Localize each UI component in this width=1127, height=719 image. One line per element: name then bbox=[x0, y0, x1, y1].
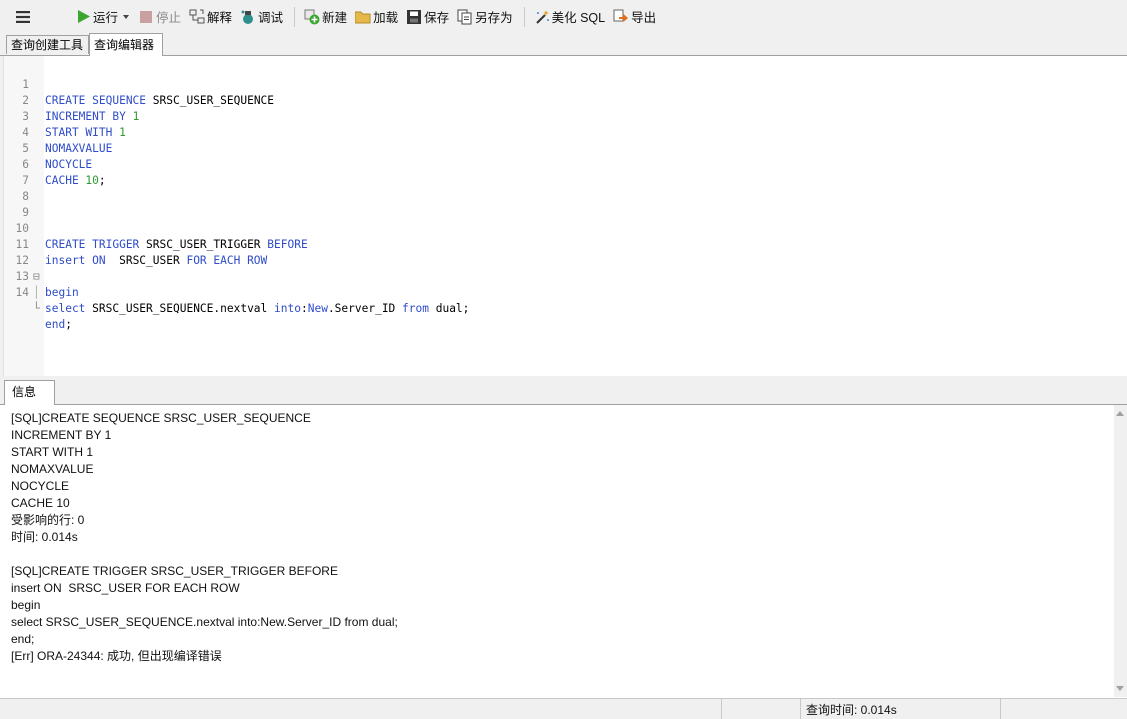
stop-icon bbox=[138, 9, 154, 25]
message-line: NOCYCLE bbox=[11, 479, 70, 493]
editor-tabs: 查询创建工具 查询编辑器 bbox=[0, 33, 1127, 56]
info-vertical-scrollbar[interactable] bbox=[1114, 405, 1127, 697]
code-line: 5 NOCYCLE bbox=[4, 125, 1104, 171]
sql-keyword: into bbox=[274, 302, 301, 315]
code-line: 2 INCREMENT BY 1 bbox=[4, 77, 1104, 123]
debug-icon bbox=[240, 9, 256, 25]
sql-keyword: from bbox=[402, 302, 429, 315]
sql-punctuation: : bbox=[300, 302, 308, 315]
code-line: 3 START WITH 1 bbox=[4, 93, 1104, 139]
export-label: 导出 bbox=[631, 11, 657, 25]
export-icon bbox=[613, 9, 629, 25]
tab-query-editor[interactable]: 查询编辑器 bbox=[89, 33, 163, 56]
new-button[interactable]: 新建 bbox=[301, 5, 350, 29]
explain-button[interactable]: 解释 bbox=[186, 5, 235, 29]
info-message-area[interactable]: [SQL]CREATE SEQUENCE SRSC_USER_SEQUENCE … bbox=[4, 405, 1114, 697]
sql-keyword: end bbox=[45, 318, 66, 331]
status-divider bbox=[1000, 699, 1001, 719]
message-line: INCREMENT BY 1 bbox=[11, 428, 112, 442]
explain-label: 解释 bbox=[207, 11, 233, 25]
run-label: 运行 bbox=[93, 11, 119, 25]
sql-identifier: .Server_ID bbox=[327, 302, 403, 315]
load-label: 加载 bbox=[373, 11, 399, 25]
sql-keyword: New bbox=[307, 302, 328, 315]
save-as-button[interactable]: 另存为 bbox=[454, 5, 516, 29]
message-line: [SQL]CREATE TRIGGER SRSC_USER_TRIGGER BE… bbox=[11, 564, 338, 578]
query-time-status: 查询时间: 0.014s bbox=[806, 703, 897, 717]
sql-keyword: begin bbox=[45, 286, 79, 299]
save-icon bbox=[406, 9, 422, 25]
code-line: 10 CREATE TRIGGER SRSC_USER_TRIGGER BEFO… bbox=[4, 205, 1104, 251]
debug-button[interactable]: 调试 bbox=[237, 5, 286, 29]
message-line: [SQL]CREATE SEQUENCE SRSC_USER_SEQUENCE bbox=[11, 411, 311, 425]
beautify-sql-label: 美化 SQL bbox=[551, 11, 606, 25]
magic-wand-icon bbox=[534, 9, 550, 25]
save-button[interactable]: 保存 bbox=[403, 5, 452, 29]
message-line: 受影响的行: 0 bbox=[11, 513, 85, 527]
stop-button[interactable]: 停止 bbox=[135, 5, 184, 29]
code-line: 4 NOMAXVALUE bbox=[4, 109, 1104, 155]
explain-icon bbox=[189, 9, 205, 25]
message-line: START WITH 1 bbox=[11, 445, 94, 459]
tab-query-editor-label: 查询编辑器 bbox=[94, 38, 155, 52]
new-query-icon bbox=[304, 9, 320, 25]
message-line: insert ON SRSC_USER FOR EACH ROW bbox=[11, 581, 240, 595]
code-line: 12 ⊟ begin bbox=[4, 237, 1104, 299]
sql-keyword: select bbox=[45, 302, 86, 315]
message-line: CACHE 10 bbox=[11, 496, 70, 510]
message-line: begin bbox=[11, 598, 41, 612]
sql-editor[interactable]: 1 CREATE SEQUENCE SRSC_USER_SEQUENCE 2 I… bbox=[4, 56, 1127, 376]
sql-identifier: dual; bbox=[428, 302, 470, 315]
status-divider bbox=[721, 699, 722, 719]
sql-punctuation: ; bbox=[65, 318, 72, 331]
code-line: 11 insert ON SRSC_USER FOR EACH ROW bbox=[4, 221, 1104, 267]
message-line: select SRSC_USER_SEQUENCE.nextval into:N… bbox=[11, 615, 398, 629]
menu-button[interactable] bbox=[6, 5, 42, 29]
tab-query-builder[interactable]: 查询创建工具 bbox=[6, 35, 89, 54]
load-button[interactable]: 加载 bbox=[352, 5, 401, 29]
code-line: 7 bbox=[4, 157, 1104, 187]
status-bar: 查询时间: 0.014s bbox=[0, 698, 1127, 719]
code-line: 1 CREATE SEQUENCE SRSC_USER_SEQUENCE bbox=[4, 61, 1104, 107]
run-dropdown-button[interactable] bbox=[123, 5, 130, 29]
export-button[interactable]: 导出 bbox=[610, 5, 659, 29]
scroll-up-arrow-icon[interactable] bbox=[1116, 411, 1124, 416]
message-line: NOMAXVALUE bbox=[11, 462, 94, 476]
message-line: end; bbox=[11, 632, 35, 646]
hamburger-icon bbox=[15, 9, 31, 25]
new-label: 新建 bbox=[322, 11, 348, 25]
toolbar-divider bbox=[523, 6, 525, 27]
info-tabs: 信息 bbox=[0, 380, 1127, 405]
play-icon bbox=[75, 9, 91, 25]
message-line: 时间: 0.014s bbox=[11, 530, 78, 544]
fold-end-icon: └ bbox=[33, 302, 40, 315]
beautify-sql-button[interactable]: 美化 SQL bbox=[531, 5, 609, 29]
run-button[interactable]: 运行 bbox=[72, 5, 121, 29]
code-line: 8 bbox=[4, 173, 1104, 203]
code-line: 14 └ end; bbox=[4, 269, 1104, 331]
chevron-down-icon bbox=[123, 14, 130, 19]
sql-identifier: SRSC_USER_SEQUENCE.nextval bbox=[85, 302, 275, 315]
tab-info-label: 信息 bbox=[12, 385, 37, 399]
code-line: 13 │ select SRSC_USER_SEQUENCE.nextval i… bbox=[4, 253, 1104, 315]
code-line: 6 CACHE 10; bbox=[4, 141, 1104, 187]
tab-info[interactable]: 信息 bbox=[4, 380, 55, 405]
scroll-down-arrow-icon[interactable] bbox=[1116, 686, 1124, 691]
save-as-label: 另存为 bbox=[475, 11, 513, 25]
save-as-icon bbox=[457, 9, 473, 25]
status-divider bbox=[800, 699, 801, 719]
save-label: 保存 bbox=[424, 11, 450, 25]
toolbar: 运行 停止 解释 调试 新建 加载 保存 另存为 美化 SQL 导出 bbox=[0, 0, 1127, 34]
debug-label: 调试 bbox=[258, 11, 284, 25]
line-number: 14 bbox=[15, 286, 29, 299]
toolbar-divider bbox=[294, 6, 296, 27]
stop-label: 停止 bbox=[156, 11, 182, 25]
tab-query-builder-label: 查询创建工具 bbox=[11, 38, 84, 52]
folder-icon bbox=[355, 9, 371, 25]
error-message-line: [Err] ORA-24344: 成功, 但出现编译错误 bbox=[11, 649, 222, 663]
fold-line-icon: │ bbox=[33, 286, 40, 299]
code-line: 9 bbox=[4, 189, 1104, 219]
